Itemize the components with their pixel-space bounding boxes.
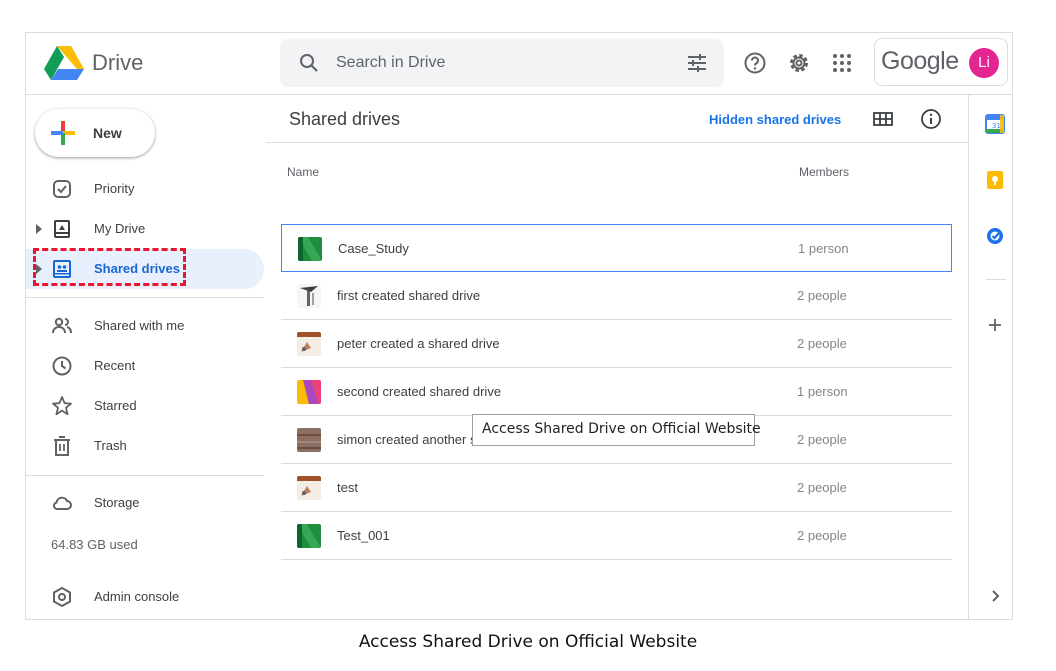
sidebar-item-label: My Drive [94,221,146,236]
drive-members: 2 people [797,480,847,495]
keep-icon[interactable] [985,170,1005,190]
drive-members: 2 people [797,432,847,447]
drive-thumbnail-icon [297,284,321,308]
sidebar-item-shared-with-me[interactable]: Shared with me [26,306,264,346]
tooltip: Access Shared Drive on Official Website [472,414,761,446]
plus-icon [51,121,75,145]
shared-drive-row[interactable]: peter created a shared drive 2 people [281,320,952,368]
sidebar-item-priority[interactable]: Priority [26,169,264,209]
search-input[interactable]: Search in Drive [336,54,445,72]
sidebar-item-label: Storage [94,495,140,510]
shared-drive-row[interactable]: Test_001 2 people [281,512,952,560]
my-drive-icon [54,220,70,238]
star-icon [52,396,72,416]
drive-name: Test_001 [337,528,390,543]
sidebar-item-starred[interactable]: Starred [26,386,264,426]
people-icon [52,317,72,334]
chevron-right-icon[interactable] [985,586,1005,606]
hidden-shared-drives-link[interactable]: Hidden shared drives [709,112,841,127]
new-button-label: New [93,125,122,141]
drive-members: 2 people [797,528,847,543]
column-header-members[interactable]: Members [799,165,849,179]
sidebar-item-label: Shared with me [94,318,185,333]
sidebar-item-label: Recent [94,358,136,373]
rail-divider [986,279,1006,280]
side-panel-rail: 31 [968,95,1012,619]
drive-name: peter created a shared drive [337,336,500,351]
shared-drive-row[interactable]: test 2 people [281,464,952,512]
priority-check-icon [53,180,71,198]
clock-icon [52,356,72,376]
new-button[interactable]: New [35,109,155,157]
app-name: Drive [92,50,144,75]
drive-thumbnail-icon [297,332,321,356]
image-caption: Access Shared Drive on Official Website [358,632,698,652]
drive-members: 1 person [798,241,849,256]
admin-shield-icon [53,586,71,608]
shared-drive-row[interactable]: first created shared drive 2 people [281,272,952,320]
sidebar-divider [26,475,264,476]
column-header-name[interactable]: Name [287,165,319,179]
tasks-icon[interactable] [985,226,1005,246]
drive-members: 2 people [797,336,847,351]
drive-name: first created shared drive [337,288,481,303]
drive-logo-icon[interactable] [44,45,84,81]
calendar-icon[interactable]: 31 [985,114,1005,134]
add-addon-plus-icon[interactable] [985,315,1005,335]
title-bar: Shared drives Hidden shared drives [266,95,968,143]
drive-name: second created shared drive [337,384,502,399]
sidebar: New Priority My Drive Shared drives Shar… [26,95,266,619]
sidebar-divider [26,297,264,298]
sidebar-item-trash[interactable]: Trash [26,426,264,466]
drive-members: 1 person [797,384,848,399]
apps-grid-icon[interactable] [829,50,855,76]
avatar[interactable]: Li [969,48,999,78]
grid-view-icon[interactable] [872,108,894,130]
sidebar-item-recent[interactable]: Recent [26,346,264,386]
drive-thumbnail-icon [297,524,321,548]
sidebar-item-storage[interactable]: Storage [26,483,264,523]
expand-caret-icon[interactable] [35,223,43,235]
sidebar-item-label: Admin console [94,589,180,604]
search-bar[interactable]: Search in Drive [280,39,724,87]
storage-used-text: 64.83 GB used [51,537,138,552]
search-icon[interactable] [298,52,320,74]
svg-text:31: 31 [992,122,1001,130]
drive-window: Drive Search in Drive Google Li New Prio… [25,32,1013,620]
sidebar-item-label: Starred [94,398,137,413]
page-title: Shared drives [289,109,401,129]
search-options-icon[interactable] [686,52,708,74]
shared-drive-row-case-study[interactable]: Case_Study 1 person [281,224,952,272]
sidebar-item-admin-console[interactable]: Admin console [26,577,264,617]
info-icon[interactable] [920,108,942,130]
trash-icon [54,436,70,456]
sidebar-item-my-drive[interactable]: My Drive [26,209,264,249]
help-icon[interactable] [742,50,768,76]
drive-name: Case_Study [338,241,409,256]
drive-thumbnail-icon [297,476,321,500]
main-content: Shared drives Hidden shared drives Name … [266,95,968,619]
drive-thumbnail-icon [298,237,322,261]
drive-name: test [337,480,358,495]
sidebar-item-label: Priority [94,181,135,196]
cloud-icon [52,496,72,510]
top-bar: Drive Search in Drive Google Li [26,33,1012,95]
drive-thumbnail-icon [297,428,321,452]
account-switcher[interactable]: Google Li [874,38,1008,86]
annotation-highlight-box [33,248,186,286]
settings-gear-icon[interactable] [786,50,812,76]
drive-thumbnail-icon [297,380,321,404]
google-wordmark: Google [881,47,959,75]
drive-members: 2 people [797,288,847,303]
shared-drive-row[interactable]: second created shared drive 1 person [281,368,952,416]
sidebar-item-label: Trash [94,438,127,453]
